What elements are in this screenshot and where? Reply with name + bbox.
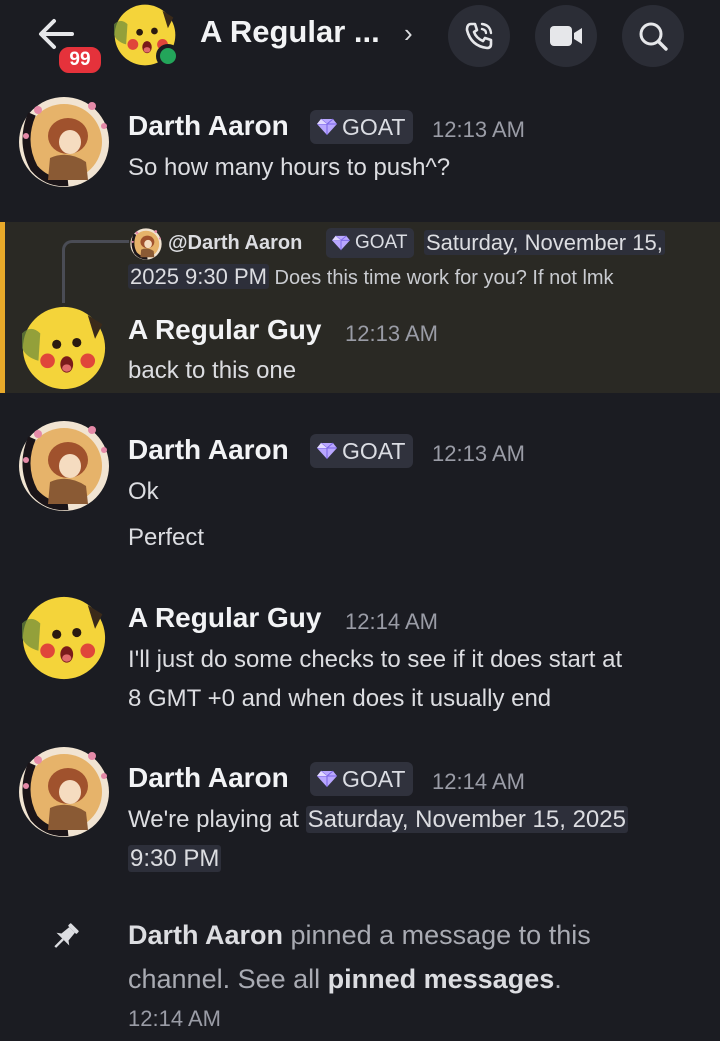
reply-avatar — [130, 228, 162, 260]
system-message-line2: channel. See all pinned messages. — [128, 964, 562, 995]
avatar[interactable] — [22, 306, 106, 390]
video-camera-icon — [550, 26, 582, 46]
avatar[interactable] — [18, 96, 110, 188]
system-text: channel. See all — [128, 964, 328, 994]
voice-call-button[interactable] — [448, 5, 510, 67]
timestamp: 12:13 AM — [432, 117, 525, 142]
goat-badge[interactable]: GOAT — [310, 434, 414, 468]
system-text-end: . — [554, 964, 562, 994]
diamond-icon — [316, 442, 338, 460]
message-text: I'll just do some checks to see if it do… — [128, 646, 623, 673]
reply-date-part1: Saturday, November 15, — [424, 230, 665, 255]
reply-username[interactable]: @Darth Aaron — [168, 232, 302, 255]
chevron-right-icon[interactable]: › — [404, 18, 413, 49]
timestamp: 12:14 AM — [345, 609, 438, 634]
username[interactable]: Darth Aaron — [128, 110, 289, 142]
message-text: back to this one — [128, 357, 297, 384]
timestamp: 12:13 AM — [432, 441, 525, 466]
highlight-bar — [0, 222, 5, 393]
message-text: Ok — [128, 478, 159, 505]
avatar[interactable] — [18, 746, 110, 838]
badge-label: GOAT — [342, 437, 406, 464]
system-message: Darth Aaron pinned a message to this — [128, 920, 591, 951]
unread-badge: 99 — [56, 44, 104, 76]
reply-date-part2: 2025 9:30 PM — [128, 264, 269, 289]
timestamp: 12:14 AM — [128, 1006, 221, 1031]
username[interactable]: Darth Aaron — [128, 434, 289, 466]
reply-text: Does this time work for you? If not lmk — [268, 267, 614, 289]
diamond-icon — [316, 770, 338, 788]
channel-title[interactable]: A Regular ... — [200, 14, 380, 50]
message-text: So how many hours to push^? — [128, 154, 451, 181]
badge-label: GOAT — [342, 113, 406, 140]
reply-connector — [62, 240, 129, 303]
search-button[interactable] — [622, 5, 684, 67]
message-text: 8 GMT +0 and when does it usually end — [128, 685, 552, 712]
avatar[interactable] — [22, 596, 106, 680]
avatar[interactable] — [18, 420, 110, 512]
goat-badge[interactable]: GOAT — [310, 110, 414, 144]
goat-badge[interactable]: GOAT — [326, 228, 415, 258]
username[interactable]: A Regular Guy — [128, 314, 321, 346]
diamond-icon — [316, 118, 338, 136]
message-text-prefix: We're playing at — [128, 806, 306, 833]
system-user[interactable]: Darth Aaron — [128, 920, 283, 950]
message-text: Perfect — [128, 524, 205, 551]
reply-timestamp-mention[interactable]: Saturday, November 15, — [424, 230, 665, 256]
chat-header: 99 A Regular ... › — [0, 0, 720, 84]
badge-label: GOAT — [342, 765, 406, 792]
pin-icon — [54, 923, 79, 948]
search-icon — [639, 22, 668, 51]
message-text: 9:30 PM — [128, 845, 222, 873]
online-status-icon — [156, 44, 180, 68]
pinned-messages-link[interactable]: pinned messages — [328, 964, 555, 994]
video-call-button[interactable] — [535, 5, 597, 67]
phone-call-icon — [465, 22, 493, 50]
badge-label: GOAT — [355, 232, 408, 253]
timestamp: 12:14 AM — [432, 769, 525, 794]
diamond-icon — [331, 235, 351, 251]
timestamp-mention[interactable]: 9:30 PM — [128, 845, 222, 872]
timestamp: 12:13 AM — [345, 321, 438, 346]
username[interactable]: A Regular Guy — [128, 602, 321, 634]
goat-badge[interactable]: GOAT — [310, 762, 414, 796]
system-text: pinned a message to this — [283, 920, 591, 950]
reply-preview[interactable]: 2025 9:30 PM Does this time work for you… — [128, 264, 614, 290]
timestamp-mention[interactable]: Saturday, November 15, 2025 — [305, 806, 628, 833]
message-text: We're playing at Saturday, November 15, … — [128, 806, 628, 834]
username[interactable]: Darth Aaron — [128, 762, 289, 794]
